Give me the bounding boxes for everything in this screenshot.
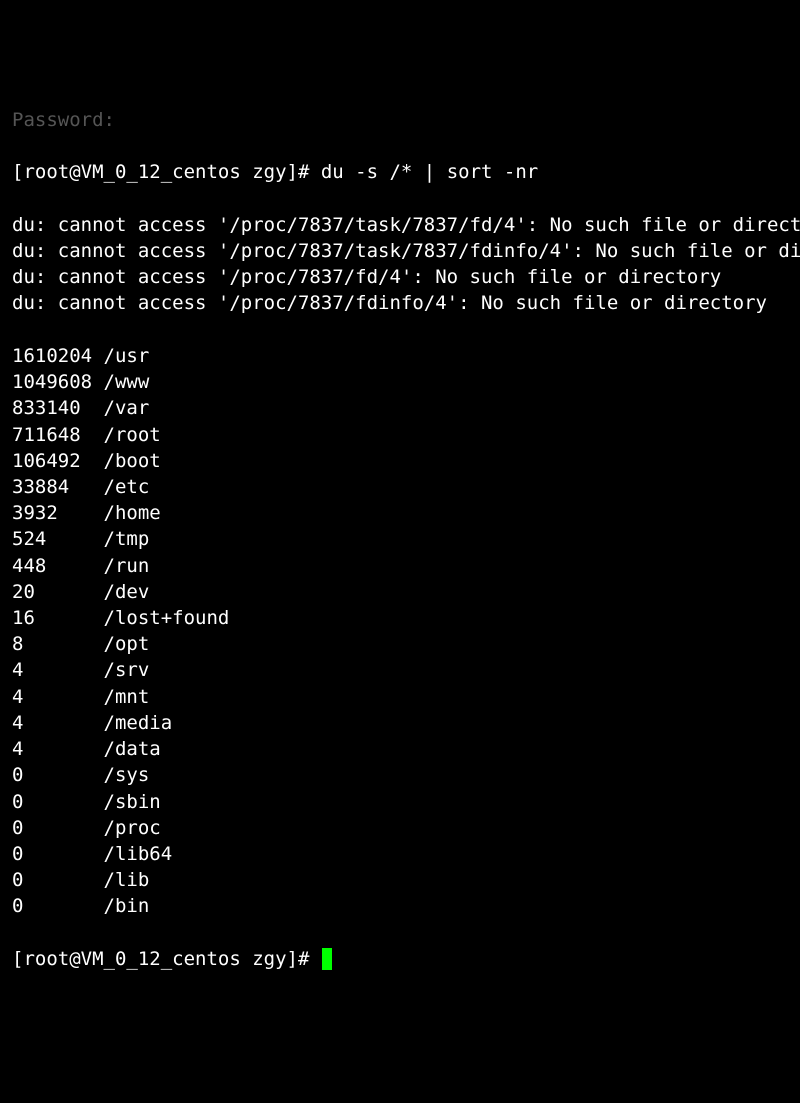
table-row: 1610204 /usr — [12, 343, 800, 369]
du-output-table: 1610204 /usr1049608 /www833140 /var71164… — [12, 343, 800, 920]
size-cell: 0 — [12, 764, 104, 786]
table-row: 106492 /boot — [12, 448, 800, 474]
table-row: 524 /tmp — [12, 526, 800, 552]
command-line-1: [root@VM_0_12_centos zgy]# du -s /* | so… — [12, 159, 800, 185]
table-row: 833140 /var — [12, 395, 800, 421]
table-row: 0 /proc — [12, 815, 800, 841]
path-cell: /mnt — [104, 686, 150, 708]
size-cell: 16 — [12, 607, 104, 629]
table-row: 4 /data — [12, 736, 800, 762]
path-cell: /bin — [104, 895, 150, 917]
size-cell: 3932 — [12, 502, 104, 524]
size-cell: 1610204 — [12, 345, 104, 367]
path-cell: /dev — [104, 581, 150, 603]
size-cell: 4 — [12, 686, 104, 708]
size-cell: 0 — [12, 895, 104, 917]
path-cell: /sbin — [104, 791, 161, 813]
table-row: 4 /srv — [12, 657, 800, 683]
path-cell: /home — [104, 502, 161, 524]
shell-prompt: [root@VM_0_12_centos zgy]# — [12, 161, 321, 183]
table-row: 0 /lib64 — [12, 841, 800, 867]
size-cell: 0 — [12, 791, 104, 813]
size-cell: 833140 — [12, 397, 104, 419]
cursor-icon — [322, 948, 332, 970]
path-cell: /var — [104, 397, 150, 419]
size-cell: 448 — [12, 555, 104, 577]
table-row: 4 /media — [12, 710, 800, 736]
path-cell: /opt — [104, 633, 150, 655]
table-row: 20 /dev — [12, 579, 800, 605]
command-line-2[interactable]: [root@VM_0_12_centos zgy]# — [12, 946, 800, 972]
path-cell: /etc — [104, 476, 150, 498]
table-row: 4 /mnt — [12, 684, 800, 710]
size-cell: 524 — [12, 528, 104, 550]
size-cell: 4 — [12, 738, 104, 760]
table-row: 8 /opt — [12, 631, 800, 657]
size-cell: 0 — [12, 843, 104, 865]
size-cell: 4 — [12, 659, 104, 681]
path-cell: /proc — [104, 817, 161, 839]
size-cell: 33884 — [12, 476, 104, 498]
error-line: du: cannot access '/proc/7837/task/7837/… — [12, 212, 800, 238]
table-row: 33884 /etc — [12, 474, 800, 500]
error-line: du: cannot access '/proc/7837/fd/4': No … — [12, 264, 800, 290]
path-cell: /media — [104, 712, 173, 734]
error-line: du: cannot access '/proc/7837/task/7837/… — [12, 238, 800, 264]
error-line: du: cannot access '/proc/7837/fdinfo/4':… — [12, 290, 800, 316]
previous-line-fragment: Password: — [12, 107, 800, 133]
table-row: 16 /lost+found — [12, 605, 800, 631]
table-row: 448 /run — [12, 553, 800, 579]
table-row: 0 /sys — [12, 762, 800, 788]
size-cell: 106492 — [12, 450, 104, 472]
table-row: 0 /sbin — [12, 789, 800, 815]
table-row: 3932 /home — [12, 500, 800, 526]
path-cell: /usr — [104, 345, 150, 367]
table-row: 0 /lib — [12, 867, 800, 893]
size-cell: 0 — [12, 817, 104, 839]
path-cell: /lib — [104, 869, 150, 891]
path-cell: /root — [104, 424, 161, 446]
size-cell: 8 — [12, 633, 104, 655]
path-cell: /www — [104, 371, 150, 393]
size-cell: 20 — [12, 581, 104, 603]
table-row: 0 /bin — [12, 893, 800, 919]
path-cell: /lib64 — [104, 843, 173, 865]
size-cell: 711648 — [12, 424, 104, 446]
size-cell: 4 — [12, 712, 104, 734]
command-text: du -s /* | sort -nr — [321, 161, 538, 183]
error-output-block: du: cannot access '/proc/7837/task/7837/… — [12, 212, 800, 317]
path-cell: /run — [104, 555, 150, 577]
size-cell: 1049608 — [12, 371, 104, 393]
size-cell: 0 — [12, 869, 104, 891]
path-cell: /sys — [104, 764, 150, 786]
path-cell: /boot — [104, 450, 161, 472]
table-row: 711648 /root — [12, 422, 800, 448]
path-cell: /data — [104, 738, 161, 760]
path-cell: /srv — [104, 659, 150, 681]
shell-prompt: [root@VM_0_12_centos zgy]# — [12, 948, 321, 970]
path-cell: /lost+found — [104, 607, 230, 629]
table-row: 1049608 /www — [12, 369, 800, 395]
path-cell: /tmp — [104, 528, 150, 550]
